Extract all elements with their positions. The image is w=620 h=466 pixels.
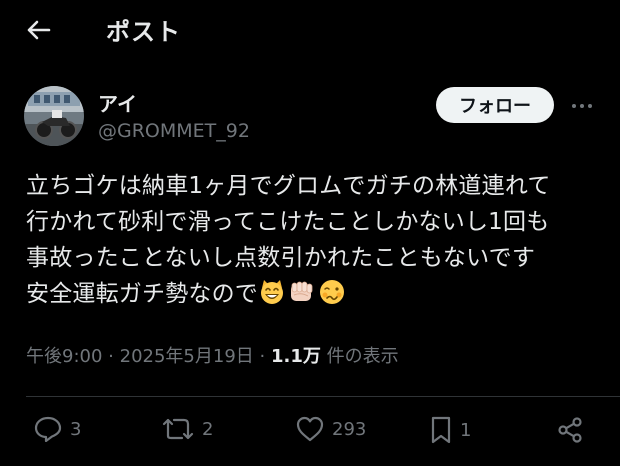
tweet-line-text: 安全運転ガチ勢なので xyxy=(26,281,258,307)
reply-button[interactable]: 3 xyxy=(34,416,81,442)
tweet-date[interactable]: 2025年5月19日 xyxy=(120,346,254,367)
meta-separator: · xyxy=(259,346,266,367)
more-button[interactable] xyxy=(566,92,598,120)
tweet-meta: 午後9:00 · 2025年5月19日 · 1.1万 件の表示 xyxy=(26,342,399,368)
back-button[interactable] xyxy=(22,14,54,46)
avatar-photo xyxy=(24,86,84,146)
page-title: ポスト xyxy=(106,18,181,46)
repost-button[interactable]: 2 xyxy=(162,416,213,442)
author-display-name[interactable]: アイ xyxy=(98,88,137,117)
bookmark-count: 1 xyxy=(460,419,472,441)
arrow-left-icon xyxy=(27,20,51,40)
more-horizontal-icon xyxy=(572,104,576,108)
action-bar: 3 2 293 1 xyxy=(0,410,620,458)
top-bar: ポスト xyxy=(0,0,620,56)
tweet-text: 立ちゴケは納車1ヶ月でグロムでガチの林道連れて 行かれて砂利で滑ってこけたことし… xyxy=(26,168,606,312)
reply-count: 3 xyxy=(70,418,82,440)
tweet-line: 立ちゴケは納車1ヶ月でグロムでガチの林道連れて xyxy=(26,173,551,199)
like-count: 293 xyxy=(332,418,367,440)
repost-icon xyxy=(162,418,194,440)
reply-icon xyxy=(34,416,62,442)
like-button[interactable]: 293 xyxy=(296,416,366,442)
bookmark-icon xyxy=(431,416,451,444)
tweet-line: 事故ったことないし点数引かれたこともないです xyxy=(26,245,536,271)
views-count: 1.1万 xyxy=(271,346,321,367)
tweet-time[interactable]: 午後9:00 xyxy=(26,346,102,367)
more-dot xyxy=(588,104,592,108)
more-dot xyxy=(580,104,584,108)
follow-button[interactable]: フォロー xyxy=(436,87,554,123)
bookmark-button[interactable]: 1 xyxy=(430,416,471,444)
share-icon xyxy=(558,417,582,443)
fist-emoji xyxy=(291,281,313,301)
share-button[interactable] xyxy=(556,416,584,444)
avatar[interactable] xyxy=(24,86,84,146)
tweet-line-last: 安全運転ガチ勢なので xyxy=(26,276,606,312)
repost-count: 2 xyxy=(202,418,214,440)
woozy-face-emoji xyxy=(320,280,344,304)
tweet-line: 行かれて砂利で滑ってこけたことしかないし1回も xyxy=(26,209,550,235)
meta-separator: · xyxy=(108,346,114,367)
heart-icon xyxy=(296,416,324,442)
grinning-cat-emoji xyxy=(261,280,283,304)
divider xyxy=(26,396,620,397)
author-handle[interactable]: @GROMMET_92 xyxy=(98,120,250,142)
views-label: 件の表示 xyxy=(326,346,399,367)
